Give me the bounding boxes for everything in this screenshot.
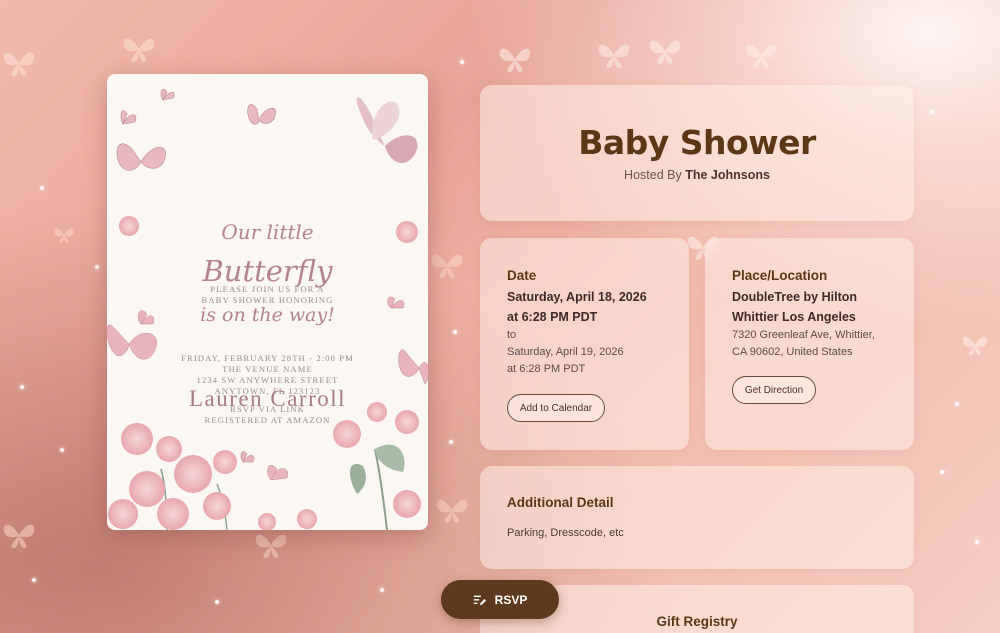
invite-street: 1234 SW ANYWHERE STREET bbox=[196, 375, 339, 385]
end-time: at 6:28 PM PDT bbox=[507, 363, 586, 375]
invite-date-line: FRIDAY, FEBRUARY 28TH - 2:00 PM bbox=[181, 353, 354, 363]
additional-detail-card: Additional Detail Parking, Dresscode, et… bbox=[480, 466, 914, 569]
invite-rsvp-line: RSVP VIA LINK bbox=[230, 404, 305, 414]
sparkle bbox=[975, 540, 979, 544]
butterfly-icon bbox=[252, 530, 290, 560]
butterfly-icon bbox=[742, 40, 780, 70]
sparkle bbox=[449, 440, 453, 444]
host-name: The Johnsons bbox=[685, 168, 770, 182]
date-card: Date Saturday, April 18, 2026 at 6:28 PM… bbox=[480, 238, 689, 450]
butterfly-icon bbox=[52, 220, 76, 250]
venue-name-line1: DoubleTree by Hilton bbox=[732, 290, 858, 304]
date-separator: to bbox=[507, 329, 517, 341]
place-heading: Place/Location bbox=[732, 268, 828, 283]
invite-shower-honoring: BABY SHOWER HONORING bbox=[201, 295, 334, 305]
date-heading: Date bbox=[507, 268, 537, 283]
rsvp-label: RSVP bbox=[494, 592, 528, 607]
sparkle bbox=[380, 588, 384, 592]
rsvp-button[interactable]: RSVP bbox=[441, 580, 559, 619]
butterfly-icon bbox=[496, 44, 534, 74]
invite-script-line1: Our little bbox=[221, 220, 314, 244]
invitation-card-image: Our little Butterfly is on the way! PLEA… bbox=[107, 74, 428, 530]
start-date: Saturday, April 18, 2026 bbox=[507, 290, 647, 304]
invite-registry-line: REGISTERED AT AMAZON bbox=[204, 415, 331, 425]
butterfly-icon bbox=[428, 250, 466, 280]
sparkle bbox=[60, 448, 64, 452]
butterfly-icon bbox=[595, 40, 633, 70]
sparkle bbox=[95, 265, 99, 269]
start-time: at 6:28 PM PDT bbox=[507, 309, 598, 324]
butterfly-icon bbox=[646, 36, 684, 66]
butterfly-icon bbox=[0, 520, 38, 550]
sparkle bbox=[460, 60, 464, 64]
additional-detail-text: Parking, Dresscode, etc bbox=[507, 527, 624, 539]
hosted-by-prefix: Hosted By bbox=[624, 168, 682, 182]
butterfly-icon bbox=[120, 34, 158, 64]
invite-venue: THE VENUE NAME bbox=[222, 364, 313, 374]
hosted-by-line: Hosted By The Johnsons bbox=[480, 168, 914, 182]
invite-please-join: PLEASE JOIN US FOR A bbox=[210, 284, 325, 294]
invite-script-line3: is on the way! bbox=[200, 304, 335, 326]
sparkle bbox=[453, 330, 457, 334]
edit-list-icon bbox=[473, 593, 487, 607]
sparkle bbox=[20, 385, 24, 389]
sparkle bbox=[940, 470, 944, 474]
butterfly-icon bbox=[960, 330, 990, 360]
end-date: Saturday, April 19, 2026 bbox=[507, 346, 624, 358]
sparkle bbox=[955, 402, 959, 406]
place-card: Place/Location DoubleTree by Hilton Whit… bbox=[705, 238, 914, 450]
invite-script-line2: Butterfly bbox=[202, 254, 333, 288]
butterfly-icon bbox=[0, 48, 38, 78]
sparkle bbox=[215, 600, 219, 604]
sparkle bbox=[930, 110, 934, 114]
event-title: Baby Shower bbox=[578, 123, 816, 162]
address-line2: CA 90602, United States bbox=[732, 346, 853, 358]
additional-detail-heading: Additional Detail bbox=[507, 495, 614, 510]
add-to-calendar-button[interactable]: Add to Calendar bbox=[507, 394, 605, 422]
butterfly-icon bbox=[433, 495, 471, 525]
place-details: DoubleTree by Hilton Whittier Los Angele… bbox=[732, 288, 900, 361]
sparkle bbox=[32, 578, 36, 582]
event-title-card: Baby Shower Hosted By The Johnsons bbox=[480, 85, 914, 221]
address-line1: 7320 Greenleaf Ave, Whittier, bbox=[732, 329, 875, 341]
get-direction-button[interactable]: Get Direction bbox=[732, 376, 816, 404]
date-details: Saturday, April 18, 2026 at 6:28 PM PDT … bbox=[507, 288, 675, 378]
venue-name-line2: Whittier Los Angeles bbox=[732, 309, 856, 324]
invite-city: ANYTOWN, FL 123123 bbox=[214, 386, 321, 396]
sparkle bbox=[40, 186, 44, 190]
